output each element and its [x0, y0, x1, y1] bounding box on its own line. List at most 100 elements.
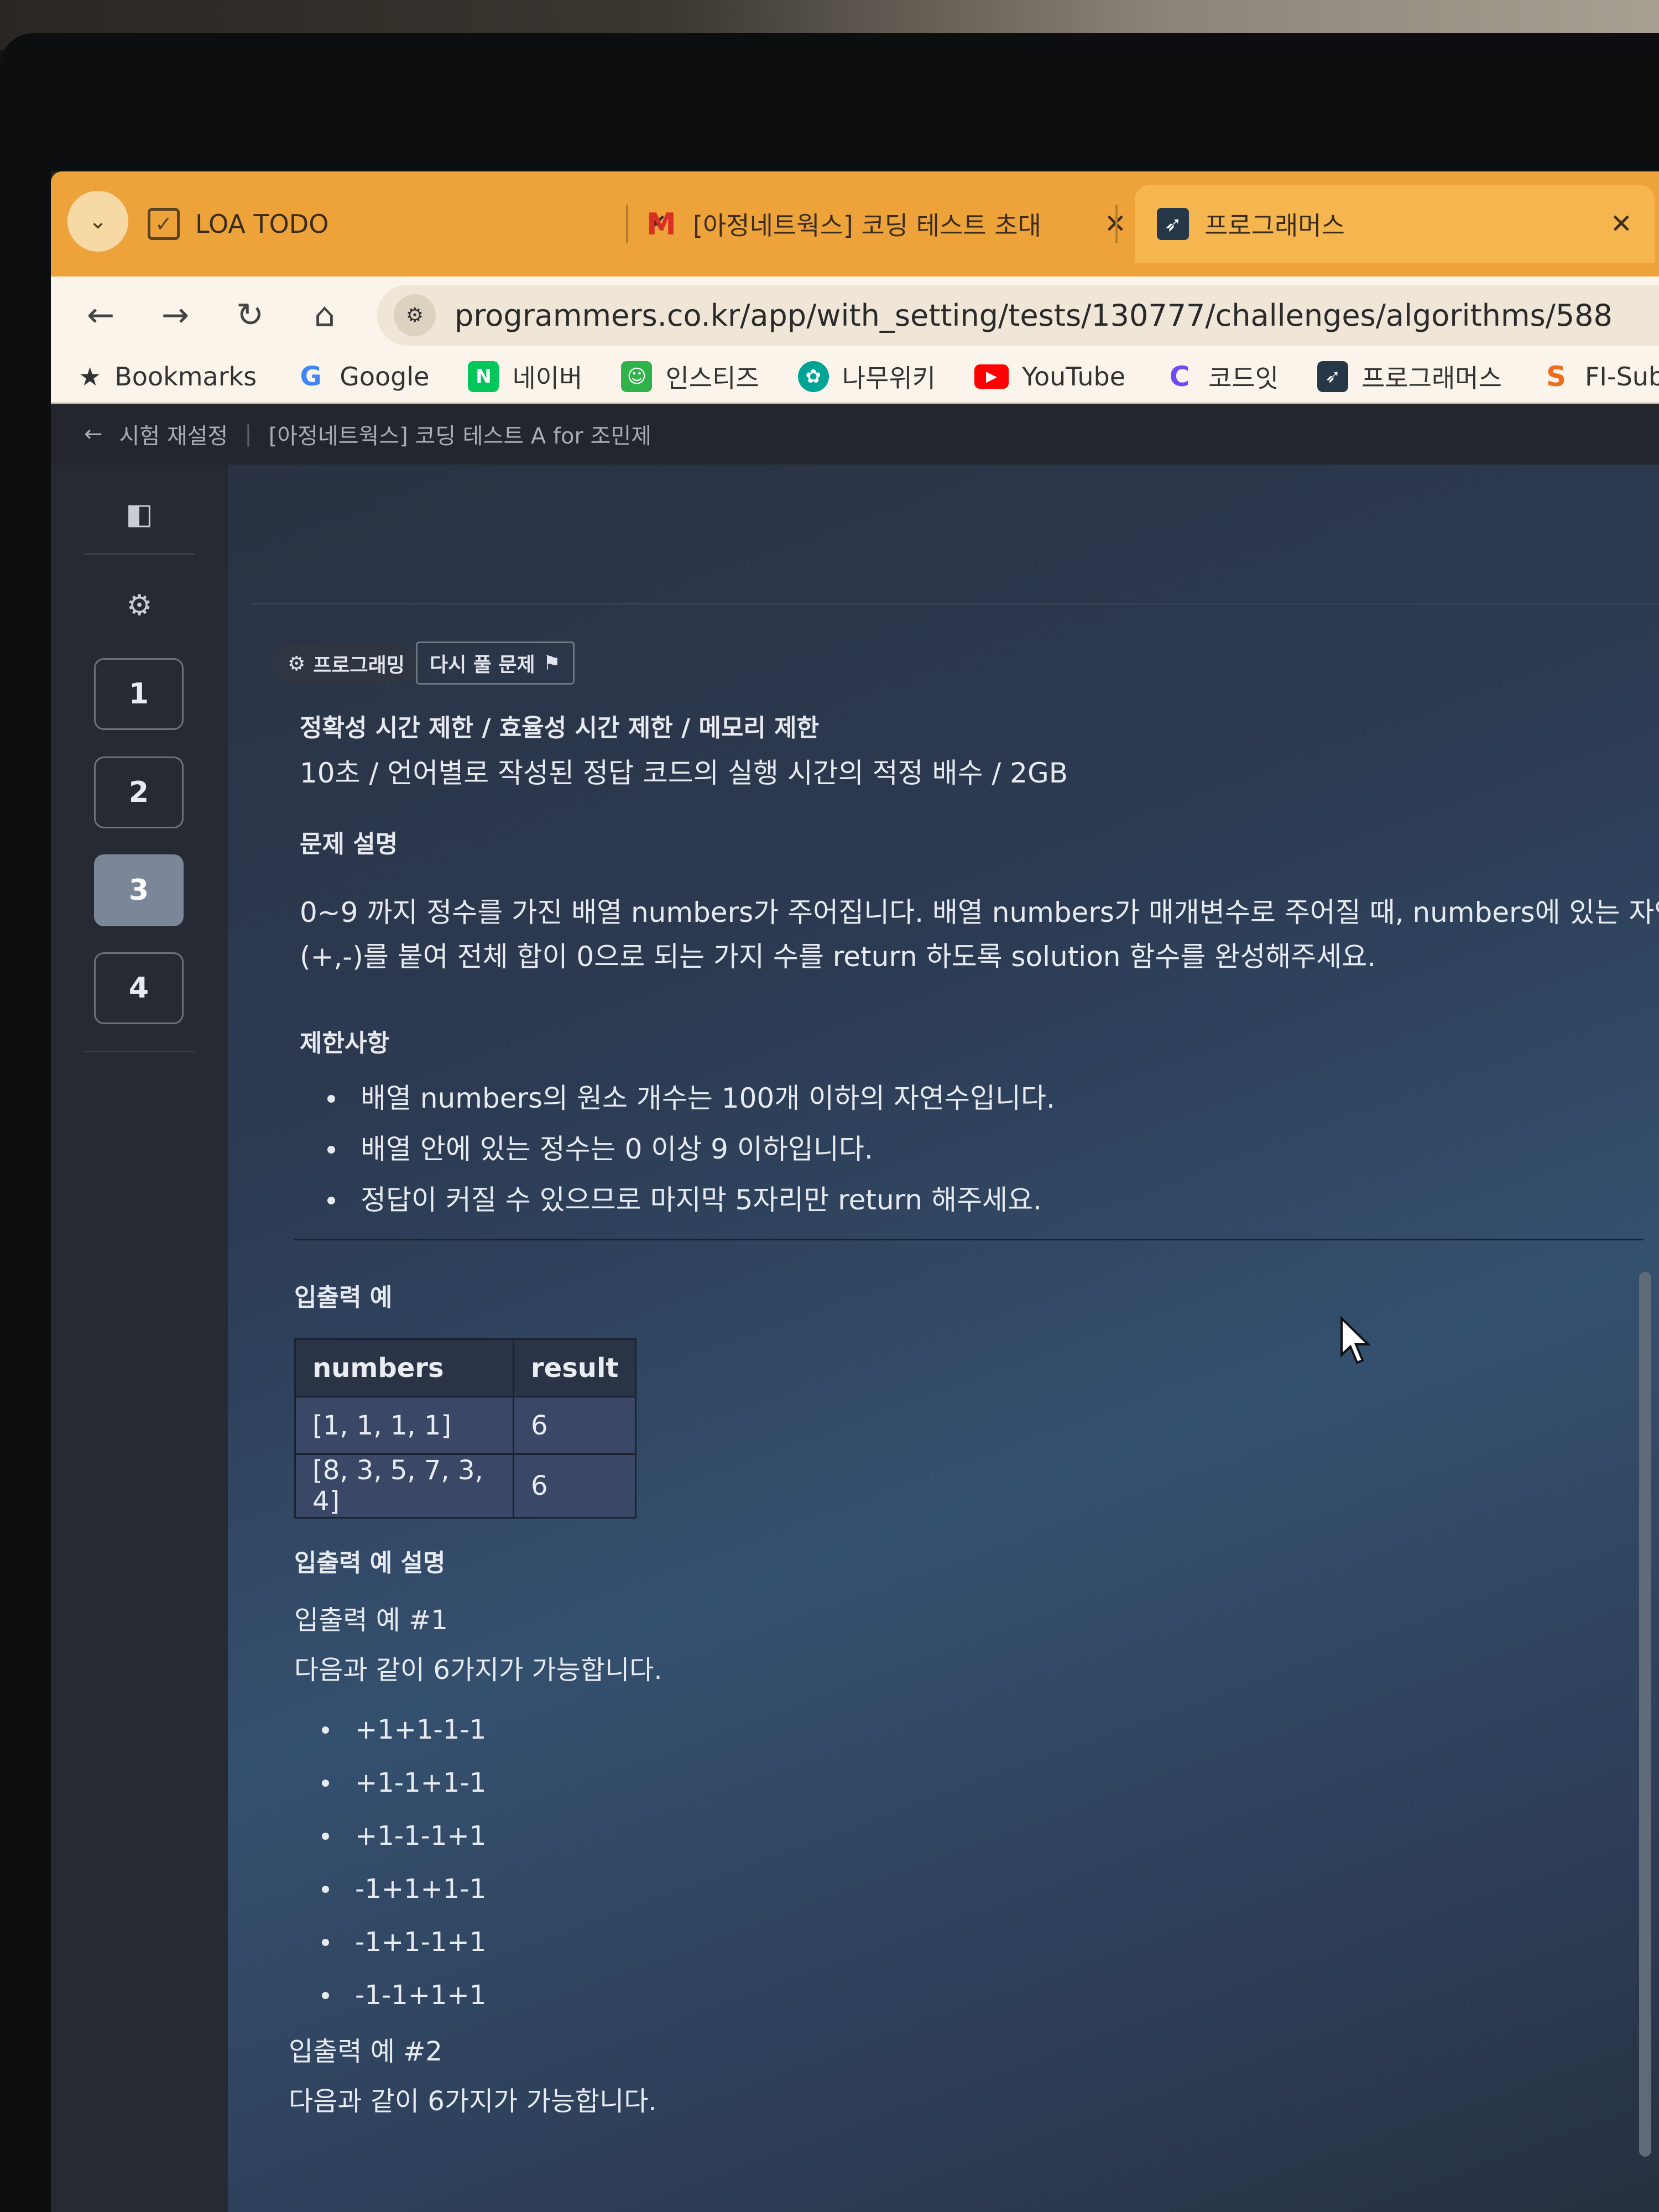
retry-flag-button[interactable]: 다시 풀 문제 ⚑: [416, 641, 575, 685]
programmers-icon: ➶: [1157, 208, 1189, 240]
problem-description: 0~9 까지 정수를 가진 배열 numbers가 주어집니다. 배열 numb…: [300, 890, 1659, 979]
browser-toolbar: ← → ↻ ⌂ ⚙ programmers.co.kr/app/with_set…: [51, 276, 1659, 351]
home-icon: ⌂: [314, 296, 336, 335]
tab-title: LOA TODO: [195, 209, 329, 239]
naver-icon: N: [468, 361, 499, 392]
tab-strip: ⌄ ✓ LOA TODO ✕ M [아정네트웍스] 코딩 테스트 초대 ✕ ➶ …: [51, 171, 1659, 276]
question-button-1[interactable]: 1: [94, 658, 184, 730]
reload-button[interactable]: ↻: [228, 293, 272, 337]
question-button-4[interactable]: 4: [94, 952, 184, 1024]
bookmark-label: 네이버: [512, 363, 583, 393]
instiz-icon: ☺: [621, 361, 653, 392]
programmers-page: ← 시험 재설정 | [아정네트웍스] 코딩 테스트 A for 조민제 ◧ ⚙…: [51, 404, 1659, 2212]
description-line: 0~9 까지 정수를 가진 배열 numbers가 주어집니다. 배열 numb…: [300, 896, 1659, 928]
divider: [84, 553, 195, 555]
tab-title: [아정네트웍스] 코딩 테스트 초대: [693, 211, 1041, 241]
url-text[interactable]: programmers.co.kr/app/with_setting/tests…: [455, 298, 1613, 333]
scrollbar[interactable]: [1639, 1272, 1651, 2157]
example1-title: 입출력 예 #1: [294, 1605, 448, 1636]
back-button[interactable]: ←: [79, 293, 123, 337]
question-button-3[interactable]: 3: [94, 854, 184, 926]
google-icon: G: [300, 361, 322, 392]
programming-icon: ⚙: [126, 589, 153, 622]
list-item: -1-1+1+1: [322, 1969, 486, 2022]
table-row: [8, 3, 5, 7, 3, 4] 6: [294, 1453, 637, 1519]
home-button[interactable]: ⌂: [302, 293, 347, 337]
bookmark-programmers[interactable]: ➶ 프로그래머스: [1317, 358, 1502, 395]
arrow-right-icon: →: [161, 296, 190, 335]
close-icon[interactable]: ✕: [1610, 208, 1632, 239]
tab-title: 프로그래머스: [1204, 211, 1345, 241]
example2-title: 입출력 예 #2: [289, 2036, 442, 2067]
flag-icon: ⚑: [542, 651, 561, 675]
divider: [250, 603, 1659, 604]
tab-gmail-invite[interactable]: M [아정네트웍스] 코딩 테스트 초대 ✕: [645, 185, 1143, 263]
forward-button[interactable]: →: [153, 293, 197, 337]
breadcrumb: ← 시험 재설정 | [아정네트웍스] 코딩 테스트 A for 조민제: [51, 404, 1659, 465]
description-header: 문제 설명: [300, 830, 398, 858]
table-cell: [1, 1, 1, 1]: [294, 1396, 514, 1455]
site-info-icon[interactable]: ⚙: [394, 294, 436, 336]
divider: [84, 1051, 195, 1052]
limits-value: 10초 / 언어별로 작성된 정답 코드의 실행 시간의 적정 배수 / 2GB: [300, 757, 1068, 789]
example1-list: +1+1-1-1 +1-1+1-1 +1-1-1+1 -1+1+1-1 -1+1…: [322, 1703, 486, 2022]
chevron-down-icon: ⌄: [88, 208, 107, 234]
address-bar[interactable]: ⚙ programmers.co.kr/app/with_setting/tes…: [377, 285, 1659, 346]
namuwiki-icon: ✿: [797, 361, 829, 392]
star-icon: ★: [79, 362, 102, 392]
bookmark-codeit[interactable]: C 코드잇: [1164, 358, 1279, 395]
category-chip-label: 프로그래밍: [313, 654, 405, 677]
tab-loa-todo[interactable]: ✓ LOA TODO ✕: [148, 185, 667, 263]
bookmark-label: FI-Sub Le: [1584, 362, 1659, 392]
collapse-panel-icon[interactable]: ◧: [117, 492, 161, 536]
bookmark-label: 프로그래머스: [1361, 363, 1502, 393]
arrow-left-icon: ←: [86, 296, 115, 335]
question-sidebar: ◧ ⚙ 1 2 3 4: [51, 465, 228, 2212]
bookmarks-bar: ★ Bookmarks G Google N 네이버 ☺ 인스티즈 ✿ 나무위키…: [51, 351, 1659, 404]
list-item: -1+1+1-1: [322, 1863, 486, 1916]
bookmark-label: 나무위키: [842, 363, 936, 393]
list-item: 배열 numbers의 원소 개수는 100개 이하의 자연수입니다.: [327, 1073, 1055, 1124]
example1-description: 다음과 같이 6가지가 가능합니다.: [294, 1655, 662, 1686]
tab-search-button[interactable]: ⌄: [67, 191, 128, 252]
programmers-icon: ➶: [1317, 361, 1349, 392]
bookmark-all[interactable]: ★ Bookmarks: [79, 362, 257, 392]
list-item: +1-1-1+1: [322, 1809, 486, 1863]
constraints-header: 제한사항: [300, 1029, 389, 1057]
limits-header: 정확성 시간 제한 / 효율성 시간 제한 / 메모리 제한: [300, 714, 820, 742]
list-item: +1+1-1-1: [322, 1703, 486, 1756]
programming-icon: ⚙: [288, 652, 306, 675]
list-item: +1-1+1-1: [322, 1756, 486, 1809]
question-button-2[interactable]: 2: [94, 757, 184, 828]
checkbox-icon: ✓: [148, 208, 180, 240]
io-example-header: 입출력 예: [294, 1284, 393, 1312]
bookmark-label: Google: [340, 362, 430, 392]
gmail-icon: M: [646, 206, 676, 242]
retry-flag-label: 다시 풀 문제: [430, 654, 535, 676]
category-chip: ⚙ 프로그래밍: [272, 644, 420, 683]
list-item: 배열 안에 있는 정수는 0 이상 9 이하입니다.: [327, 1124, 1055, 1175]
bookmark-fisub[interactable]: S FI-Sub Le: [1541, 361, 1659, 393]
bookmark-label: Bookmarks: [114, 362, 257, 392]
fisub-icon: S: [1546, 361, 1566, 393]
bookmark-namuwiki[interactable]: ✿ 나무위키: [797, 358, 936, 395]
tab-separator: [1115, 205, 1118, 243]
breadcrumb-separator: |: [244, 421, 252, 447]
divider: [294, 1239, 1644, 1240]
column-header: numbers: [294, 1338, 514, 1397]
table-cell: [8, 3, 5, 7, 3, 4]: [294, 1453, 514, 1519]
problem-panel: ⚙ 프로그래밍 다시 풀 문제 ⚑ 정확성 시간 제한 / 효율성 시간 제한 …: [250, 465, 1659, 2212]
arrow-left-icon[interactable]: ←: [84, 421, 103, 447]
codeit-icon: C: [1169, 361, 1190, 393]
bookmark-instiz[interactable]: ☺ 인스티즈: [621, 358, 759, 395]
io-explanation-header: 입출력 예 설명: [294, 1549, 446, 1577]
tab-separator: [626, 205, 628, 243]
youtube-icon: ▶: [974, 364, 1009, 389]
breadcrumb-back-link[interactable]: 시험 재설정: [119, 418, 228, 450]
bookmark-label: 코드잇: [1208, 363, 1279, 393]
bookmark-youtube[interactable]: ▶ YouTube: [974, 362, 1125, 392]
bookmark-naver[interactable]: N 네이버: [468, 358, 582, 395]
bookmark-google[interactable]: G Google: [295, 361, 430, 392]
example2-description: 다음과 같이 6가지가 가능합니다.: [289, 2086, 657, 2117]
tab-programmers[interactable]: ➶ 프로그래머스 ✕: [1135, 185, 1655, 263]
